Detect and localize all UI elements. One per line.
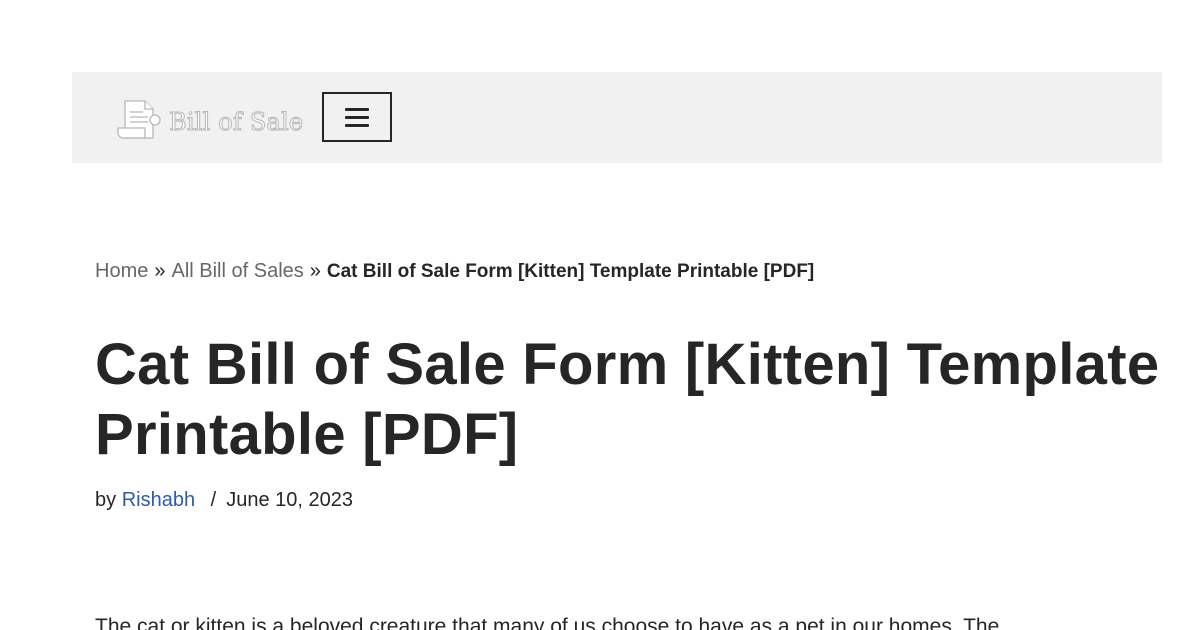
hamburger-menu-icon xyxy=(345,107,369,111)
by-label: by xyxy=(95,489,117,511)
breadcrumb-separator: » xyxy=(309,260,321,282)
intro-paragraph: The cat or kitten is a beloved creature … xyxy=(95,615,1000,630)
hamburger-menu-icon-bar xyxy=(345,115,369,119)
hamburger-menu-icon-bar xyxy=(345,123,369,127)
breadcrumb-separator: » xyxy=(154,260,166,282)
post-date: June 10, 2023 xyxy=(226,489,353,511)
menu-toggle-button[interactable] xyxy=(322,92,392,142)
page: Bill of Sale Home» All Bill of Sales» Cat … xyxy=(0,0,1200,630)
breadcrumb-category-link[interactable]: All Bill of Sales xyxy=(171,260,303,282)
breadcrumb-home-link[interactable]: Home xyxy=(95,260,148,282)
site-header: Bill of Sale xyxy=(72,72,1162,163)
document-scroll-icon xyxy=(117,100,161,139)
page-title: Cat Bill of Sale Form [Kitten] Template … xyxy=(95,332,1160,467)
author-link[interactable]: Rishabh xyxy=(122,489,195,511)
meta-separator: / xyxy=(210,489,217,511)
breadcrumb-current: Cat Bill of Sale Form [Kitten] Template … xyxy=(326,261,815,282)
site-logo-link[interactable]: Bill of Sale xyxy=(115,98,304,142)
breadcrumb: Home» All Bill of Sales» Cat Bill of Sale … xyxy=(95,257,814,286)
post-meta: by Rishabh / June 10, 2023 xyxy=(95,486,353,514)
site-logo-text: Bill of Sale xyxy=(168,107,304,136)
